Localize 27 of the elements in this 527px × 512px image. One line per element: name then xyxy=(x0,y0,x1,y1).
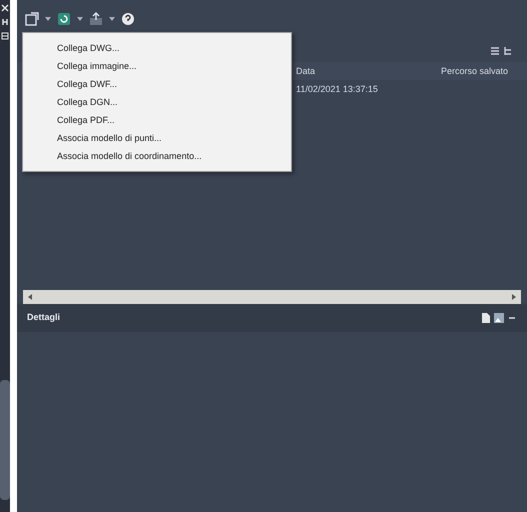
details-title: Dettagli xyxy=(27,311,60,324)
menu-item[interactable]: Collega DWG... xyxy=(23,39,291,57)
menu-item[interactable]: Collega DGN... xyxy=(23,93,291,111)
tree-view-icon[interactable] xyxy=(503,46,513,56)
document-icon[interactable] xyxy=(480,312,490,324)
column-header[interactable]: Percorso salvato xyxy=(437,62,527,80)
properties-icon[interactable] xyxy=(1,32,9,40)
menu-item[interactable]: Collega immagine... xyxy=(23,57,291,75)
menu-item[interactable]: Collega DWF... xyxy=(23,75,291,93)
image-icon[interactable] xyxy=(492,312,505,324)
caret-icon[interactable] xyxy=(45,17,51,21)
upload-icon[interactable] xyxy=(89,12,103,26)
column-header[interactable]: Data xyxy=(292,62,437,80)
horizontal-scrollbar[interactable] xyxy=(23,290,521,304)
list-view-icon[interactable] xyxy=(490,46,500,56)
refresh-icon[interactable] xyxy=(57,12,71,26)
menu-item[interactable]: Associa modello di coordinamento... xyxy=(23,147,291,165)
menu-item[interactable]: Associa modello di punti... xyxy=(23,129,291,147)
caret-icon[interactable] xyxy=(109,17,115,21)
attach-icon[interactable] xyxy=(25,12,39,26)
scroll-right-icon[interactable] xyxy=(511,293,517,301)
help-icon[interactable] xyxy=(121,12,135,26)
menu-item[interactable]: Collega PDF... xyxy=(23,111,291,129)
table-cell-text: 11/02/2021 13:37:15 xyxy=(295,83,379,96)
close-icon[interactable] xyxy=(1,4,9,12)
caret-icon[interactable] xyxy=(77,17,83,21)
scroll-left-icon[interactable] xyxy=(27,293,33,301)
